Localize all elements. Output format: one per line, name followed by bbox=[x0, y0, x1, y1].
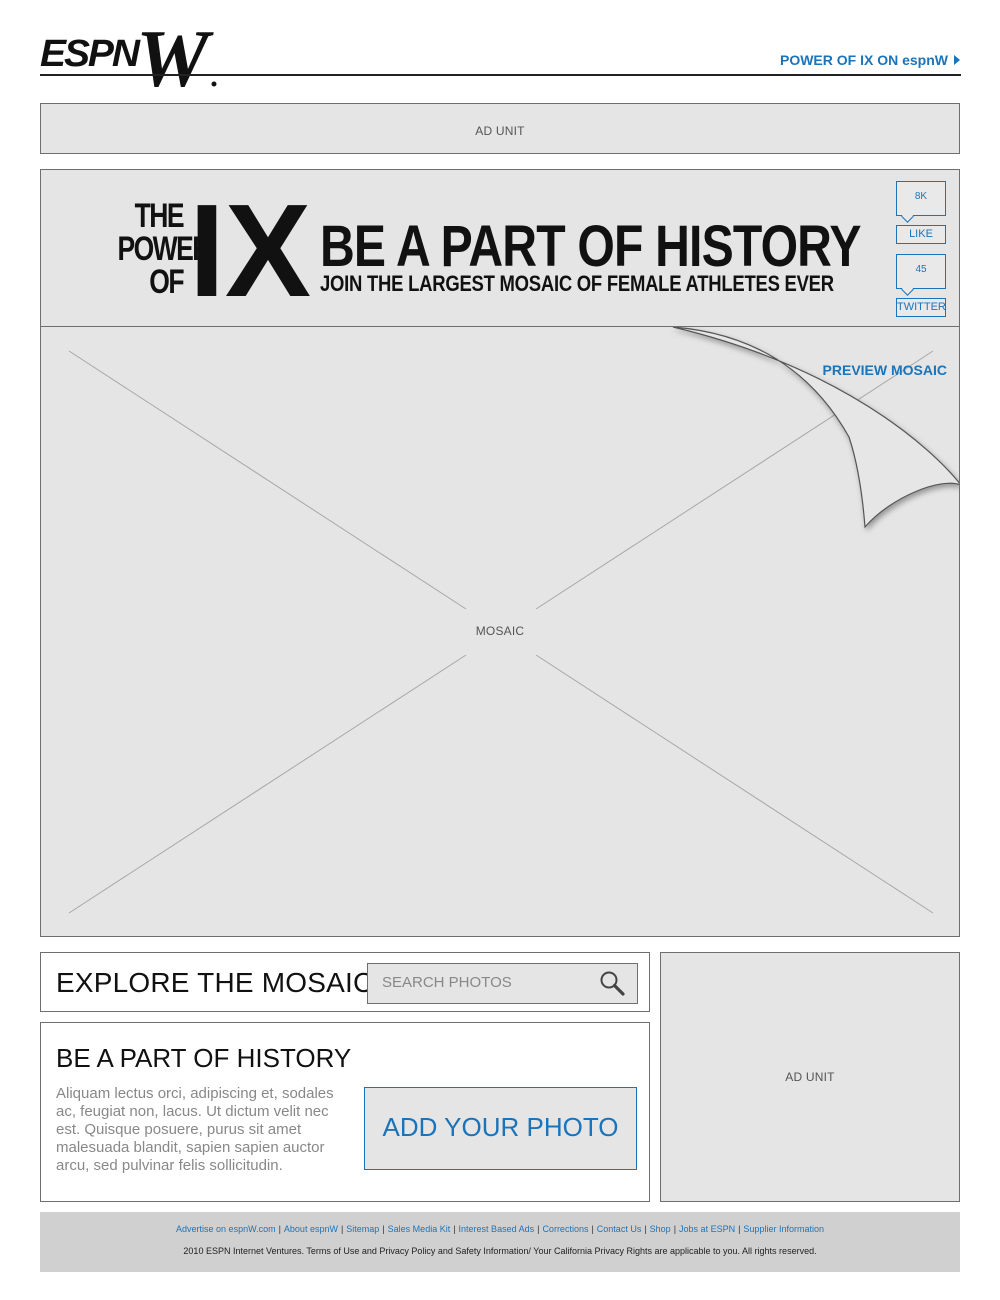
mosaic-label: MOSAIC bbox=[475, 624, 525, 638]
like-count-bubble: 8K bbox=[896, 181, 946, 216]
power-of-ix-link[interactable]: POWER OF IX ON espnW bbox=[760, 52, 960, 70]
footer-link-advertise[interactable]: Advertise on espnW.com bbox=[176, 1224, 276, 1234]
footer-links: Advertise on espnW.com | About espnW | Sitem… bbox=[176, 1224, 824, 1234]
side-ad-unit: AD UNIT bbox=[660, 952, 960, 1202]
banner-headline: BE A PART OF HISTORY bbox=[320, 214, 861, 279]
explore-title: EXPLORE THE MOSAIC bbox=[56, 967, 374, 998]
power-of-ix-label: POWER OF IX ON espnW bbox=[779, 52, 948, 68]
footer-link-shop[interactable]: Shop bbox=[650, 1224, 671, 1234]
page-curl-icon bbox=[672, 327, 959, 529]
banner-side-line: THE bbox=[134, 197, 185, 235]
history-title: BE A PART OF HISTORY bbox=[56, 1043, 352, 1073]
mosaic-area[interactable]: MOSAIC PREVIEW MOSAIC bbox=[40, 326, 960, 937]
search-icon[interactable] bbox=[599, 970, 625, 996]
footer-link-interest-ads[interactable]: Interest Based Ads bbox=[459, 1224, 535, 1234]
banner-subhead: JOIN THE LARGEST MOSAIC OF FEMALE ATHLET… bbox=[320, 271, 834, 296]
power-of-ix-banner: THE POWER OF IX BE A PART OF HISTORY JOI… bbox=[40, 169, 960, 327]
logo-espn-text: ESPN bbox=[40, 33, 142, 75]
twitter-count-bubble: 45 bbox=[896, 254, 946, 289]
search-photos-input[interactable] bbox=[368, 964, 602, 1001]
footer-link-about[interactable]: About espnW bbox=[284, 1224, 338, 1234]
banner-side-text: THE POWER OF bbox=[117, 197, 211, 301]
banner-side-line: OF bbox=[149, 263, 184, 301]
twitter-button[interactable]: TWITTER bbox=[896, 298, 946, 317]
ix-logo-mark: IX bbox=[189, 200, 311, 298]
history-panel: BE A PART OF HISTORY Aliquam lectus orci… bbox=[40, 1022, 650, 1202]
banner-side-line: POWER bbox=[117, 230, 211, 268]
footer-link-media-kit[interactable]: Sales Media Kit bbox=[388, 1224, 451, 1234]
preview-mosaic-link[interactable]: PREVIEW MOSAIC bbox=[823, 362, 947, 378]
copyright-text: 2010 ESPN Internet Ventures. Terms of Us… bbox=[183, 1246, 817, 1256]
footer-link-corrections[interactable]: Corrections bbox=[542, 1224, 588, 1234]
side-ad-label: AD UNIT bbox=[785, 1070, 835, 1084]
logo-w-text: W bbox=[136, 18, 214, 92]
history-body-text: Aliquam lectus orci, adipiscing et, soda… bbox=[56, 1085, 334, 1174]
espnw-logo[interactable]: ESPN W bbox=[40, 13, 230, 104]
footer: Advertise on espnW.com | About espnW | Sitem… bbox=[40, 1212, 960, 1272]
footer-link-contact[interactable]: Contact Us bbox=[597, 1224, 642, 1234]
header-divider bbox=[40, 74, 961, 76]
ix-logo-text: IX bbox=[189, 200, 311, 298]
footer-link-supplier[interactable]: Supplier Information bbox=[743, 1224, 824, 1234]
footer-link-sitemap[interactable]: Sitemap bbox=[346, 1224, 379, 1234]
top-ad-label: AD UNIT bbox=[475, 124, 525, 138]
caret-right-icon bbox=[954, 55, 960, 66]
top-ad-unit: AD UNIT bbox=[40, 103, 960, 154]
add-your-photo-button[interactable]: ADD YOUR PHOTO bbox=[364, 1087, 637, 1170]
footer-link-jobs[interactable]: Jobs at ESPN bbox=[679, 1224, 735, 1234]
like-button[interactable]: LIKE bbox=[896, 225, 946, 244]
search-box bbox=[367, 963, 638, 1004]
explore-panel: EXPLORE THE MOSAIC bbox=[40, 952, 650, 1012]
